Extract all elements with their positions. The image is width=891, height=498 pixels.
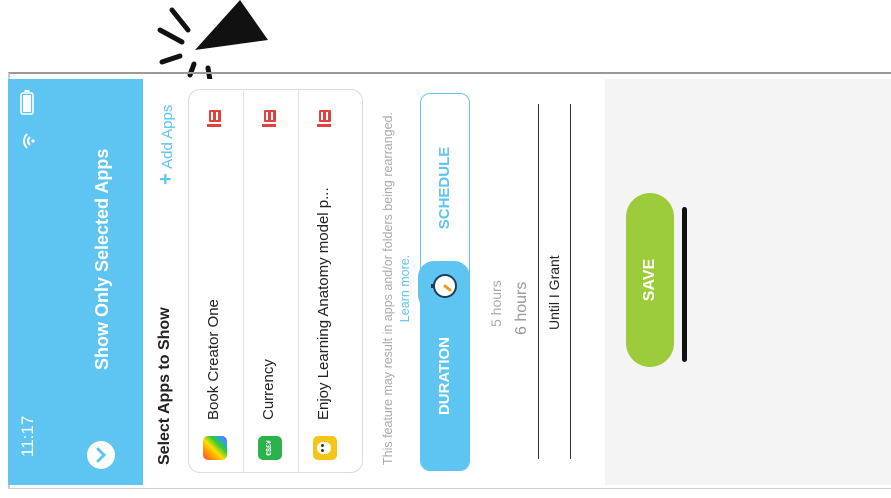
trash-icon — [262, 110, 276, 127]
delete-app-button[interactable] — [261, 109, 277, 127]
timer-badge — [418, 261, 470, 311]
trash-icon — [207, 110, 221, 127]
status-time: 11:17 — [18, 415, 37, 457]
phone-screen: 11:17 Show Only Selected Apps Select App… — [8, 79, 891, 485]
header-bar: 11:17 Show Only Selected Apps — [8, 79, 143, 485]
delete-app-button[interactable] — [316, 109, 332, 127]
picker-divider-bottom — [570, 104, 571, 459]
picker-divider-top — [538, 104, 539, 459]
chevron-down-icon — [96, 447, 107, 463]
currency-icon: €$£¥ — [258, 436, 282, 460]
add-apps-button[interactable]: + Add Apps — [155, 104, 178, 185]
learn-more-link[interactable]: Learn more. — [398, 255, 412, 322]
trash-icon — [317, 110, 331, 127]
home-indicator — [682, 207, 687, 362]
save-button[interactable]: SAVE — [626, 193, 674, 367]
picker-option[interactable]: 5 hours — [488, 280, 504, 327]
page-title: Show Only Selected Apps — [92, 148, 112, 370]
anatomy-icon — [313, 436, 337, 460]
notice-text: This feature may result in apps and/or f… — [381, 112, 412, 465]
app-list-card: Book Creator One €$£¥ Currency Enjoy Lea… — [188, 89, 363, 473]
plus-icon: + — [155, 173, 177, 185]
wifi-icon — [23, 133, 35, 149]
app-name: Book Creator One — [205, 299, 222, 420]
picker-selected[interactable]: Until I Grant — [546, 255, 562, 330]
section-title: Select Apps to Show — [156, 307, 173, 465]
back-button[interactable] — [87, 441, 115, 469]
picker-option[interactable]: 6 hours — [513, 282, 531, 335]
add-apps-label: Add Apps — [159, 104, 176, 169]
battery-icon — [20, 90, 34, 115]
book-creator-icon — [203, 436, 227, 460]
app-name: Enjoy Learning Anatomy model p... — [315, 187, 332, 420]
list-item: €$£¥ Currency — [244, 90, 298, 472]
app-name: Currency — [260, 359, 277, 420]
list-item: Enjoy Learning Anatomy model p... — [299, 90, 353, 472]
stopwatch-icon — [431, 274, 457, 298]
list-item: Book Creator One — [189, 90, 243, 472]
delete-app-button[interactable] — [206, 109, 222, 127]
tab-schedule[interactable]: SCHEDULE — [421, 94, 469, 282]
